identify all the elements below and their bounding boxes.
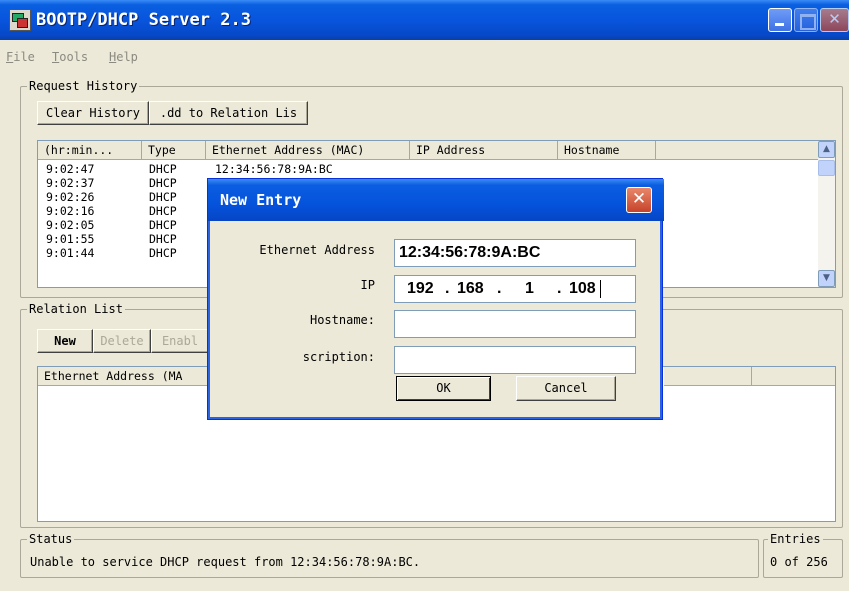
column-header-time[interactable]: (hr:min... <box>38 141 142 160</box>
scroll-up-icon[interactable]: ▲ <box>818 141 835 158</box>
row-type: DHCP <box>149 176 177 190</box>
entries-count: 0 of 256 <box>770 555 828 569</box>
relation-list-label: Relation List <box>29 302 123 316</box>
description-input[interactable] <box>394 346 636 374</box>
row-time: 9:02:47 <box>46 162 95 176</box>
entries-label: Entries <box>770 532 821 546</box>
menu-file[interactable]: File <box>6 50 35 64</box>
column-header-extra[interactable] <box>752 367 835 386</box>
ip-octet-1[interactable]: 192 <box>407 280 434 298</box>
column-header-ethernet[interactable]: Ethernet Address (MA <box>38 367 218 386</box>
ethernet-address-label: Ethernet Address <box>259 243 375 257</box>
request-history-scrollbar[interactable]: ▲ ▼ <box>818 141 835 287</box>
column-header-extra[interactable] <box>664 367 752 386</box>
row-type: DHCP <box>149 190 177 204</box>
column-header-type[interactable]: Type <box>142 141 206 160</box>
add-to-relation-list-button[interactable]: .dd to Relation Lis <box>149 101 308 125</box>
enable-button[interactable]: Enabl <box>151 329 209 353</box>
ip-octet-4[interactable]: 108 <box>569 280 596 298</box>
description-label: scription: <box>302 350 375 364</box>
maximize-button[interactable] <box>794 8 818 32</box>
column-header-hostname[interactable]: Hostname <box>558 141 656 160</box>
request-history-label: Request History <box>29 79 138 93</box>
ip-label: IP <box>360 278 375 292</box>
row-type: DHCP <box>149 246 177 260</box>
cancel-button[interactable]: Cancel <box>516 376 616 401</box>
status-text: Unable to service DHCP request from 12:3… <box>30 555 421 569</box>
row-time: 9:02:16 <box>46 204 95 218</box>
title-bar: BOOTP/DHCP Server 2.3 ✕ <box>0 0 849 40</box>
scroll-thumb[interactable] <box>818 160 835 176</box>
app-icon <box>9 9 31 31</box>
row-type: DHCP <box>149 204 177 218</box>
ip-dot: . <box>497 280 502 297</box>
menu-help[interactable]: Help <box>109 50 138 64</box>
text-caret <box>600 280 601 298</box>
status-label: Status <box>29 532 73 546</box>
hostname-label: Hostname: <box>309 313 375 327</box>
row-time: 9:02:05 <box>46 218 95 232</box>
new-button[interactable]: New <box>37 329 93 353</box>
column-header-filler <box>656 141 820 160</box>
row-time: 9:02:37 <box>46 176 95 190</box>
row-type: DHCP <box>149 218 177 232</box>
ip-dot: . <box>445 280 450 297</box>
row-type: DHCP <box>149 232 177 246</box>
dialog-title-bar: New Entry ✕ <box>208 179 664 221</box>
row-time: 9:02:26 <box>46 190 95 204</box>
column-header-mac[interactable]: Ethernet Address (MAC) <box>206 141 410 160</box>
row-time: 9:01:44 <box>46 246 95 260</box>
ip-address-input[interactable]: 192 . 168 . 1 . 108 <box>394 275 636 303</box>
scroll-down-icon[interactable]: ▼ <box>818 270 835 287</box>
new-entry-dialog: New Entry ✕ Ethernet Address 12:34:56:78… <box>207 178 664 420</box>
close-button[interactable]: ✕ <box>820 8 849 32</box>
column-header-ip[interactable]: IP Address <box>410 141 558 160</box>
ethernet-address-input[interactable]: 12:34:56:78:9A:BC <box>394 239 636 267</box>
row-time: 9:01:55 <box>46 232 95 246</box>
window-title: BOOTP/DHCP Server 2.3 <box>36 10 251 30</box>
dialog-close-button[interactable]: ✕ <box>626 187 652 213</box>
dialog-title: New Entry <box>220 191 302 209</box>
menu-bar: File Tools Help <box>0 40 849 68</box>
row-mac: 12:34:56:78:9A:BC <box>215 162 333 176</box>
ip-octet-3[interactable]: 1 <box>525 280 534 298</box>
ip-octet-2[interactable]: 168 <box>457 280 484 298</box>
ip-dot: . <box>557 280 562 297</box>
row-type: DHCP <box>149 162 177 176</box>
minimize-button[interactable] <box>768 8 792 32</box>
delete-button[interactable]: Delete <box>93 329 151 353</box>
clear-history-button[interactable]: Clear History <box>37 101 149 125</box>
ok-button[interactable]: OK <box>396 376 491 401</box>
menu-tools[interactable]: Tools <box>52 50 88 64</box>
hostname-input[interactable] <box>394 310 636 338</box>
